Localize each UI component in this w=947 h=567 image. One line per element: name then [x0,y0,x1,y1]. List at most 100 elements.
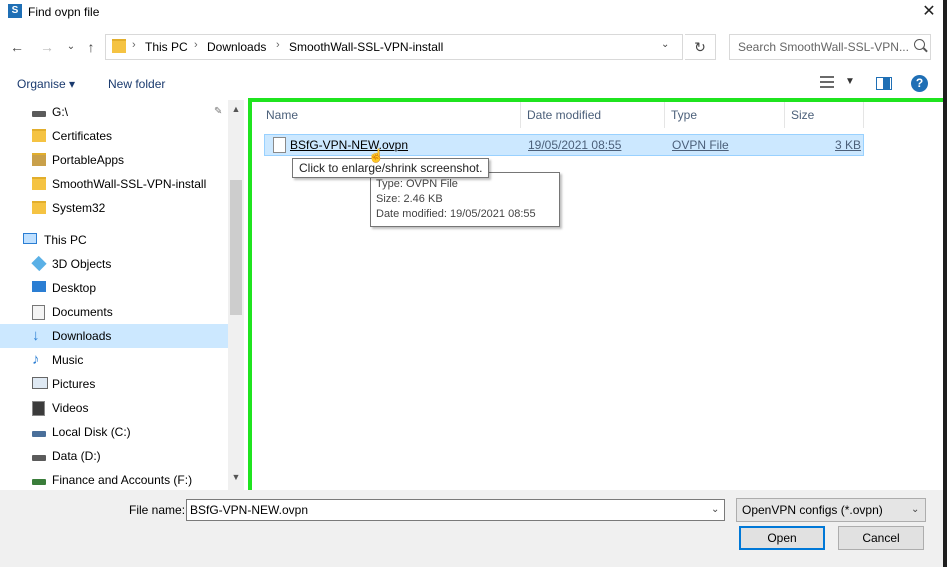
chevron-down-icon[interactable]: ⌄ [911,504,919,515]
file-name-value: BSfG-VPN-NEW.ovpn [190,503,309,517]
nav-item-label: SmoothWall-SSL-VPN-install [52,177,207,191]
column-header-type[interactable]: Type [671,108,697,122]
chevron-down-icon[interactable]: ⌄ [661,39,669,50]
nav-item-videos[interactable]: Videos [0,396,228,420]
enlarge-tooltip: Click to enlarge/shrink screenshot. [292,158,490,178]
downloads-icon: ↓ [32,327,40,344]
nav-item-label: Certificates [52,129,113,143]
nav-item-documents[interactable]: Documents [0,300,228,324]
file-name-input[interactable]: BSfG-VPN-NEW.ovpn ⌄ [186,499,725,521]
drive-icon [32,111,46,117]
folder-icon [32,153,46,166]
nav-item-smoothwall[interactable]: SmoothWall-SSL-VPN-install [0,172,228,196]
tooltip-size: Size: 2.46 KB [376,193,443,205]
nav-item-music[interactable]: ♪ Music [0,348,228,372]
file-list-pane: Name Date modified Type Size BSfG-VPN-NE… [248,98,947,495]
organise-button[interactable]: Organise ▾ [17,77,75,91]
desktop-icon [32,281,46,292]
folder-icon [112,39,126,53]
file-type-filter-value: OpenVPN configs (*.ovpn) [742,503,883,517]
nav-item-label: 3D Objects [52,257,112,271]
pictures-icon [32,377,48,389]
nav-item-label: Data (D:) [52,449,101,463]
command-bar: Organise ▾ New folder ▼ ? [0,70,947,98]
file-type-filter[interactable]: OpenVPN configs (*.ovpn) ⌄ [736,498,926,522]
column-header-name[interactable]: Name [266,108,298,122]
column-header-date[interactable]: Date modified [527,108,601,122]
folder-icon [32,177,46,190]
navigation-pane: G:\ ✎ Certificates PortableApps SmoothWa… [0,100,244,490]
nav-item-label: Finance and Accounts (F:) [52,473,193,487]
recent-locations-button[interactable]: ⌄ [62,38,80,56]
column-separator[interactable] [664,102,665,128]
breadcrumb-separator: › [276,39,280,51]
3d-objects-icon [31,255,47,272]
help-icon[interactable]: ? [911,75,928,92]
cancel-button[interactable]: Cancel [838,526,924,550]
scroll-up-icon[interactable]: ▲ [228,104,244,114]
column-header-size[interactable]: Size [791,108,814,122]
scrollbar-thumb[interactable] [230,180,242,315]
file-icon [273,137,286,153]
nav-item-label: Music [52,353,84,367]
file-type: OVPN File [672,138,729,152]
column-separator[interactable] [863,102,864,128]
nav-item-this-pc[interactable]: This PC [0,228,228,252]
nav-item-pictures[interactable]: Pictures [0,372,228,396]
nav-item-local-disk-c[interactable]: Local Disk (C:) [0,420,228,444]
folder-icon [32,129,46,142]
computer-icon [23,233,37,244]
preview-pane-icon[interactable] [876,77,892,90]
nav-item-finance-f[interactable]: Finance and Accounts (F:) [0,468,228,490]
new-folder-button[interactable]: New folder [108,77,165,91]
chevron-down-icon[interactable]: ⌄ [711,504,719,515]
nav-item-label: G:\ [52,105,69,119]
address-bar[interactable]: › This PC › Downloads › SmoothWall-SSL-V… [105,34,683,60]
nav-item-desktop[interactable]: Desktop [0,276,228,300]
music-icon: ♪ [32,351,40,368]
back-button[interactable]: ← [8,38,26,56]
pin-icon: ✎ [214,106,223,117]
nav-item-label: Documents [52,305,113,319]
nav-item-label: Pictures [52,377,96,391]
open-button[interactable]: Open [739,526,825,550]
navigation-scrollbar[interactable]: ▲ ▼ [228,100,244,490]
breadcrumb-downloads[interactable]: Downloads [207,40,266,54]
breadcrumb-separator: › [194,39,198,51]
nav-item-label: Videos [52,401,89,415]
documents-icon [32,305,45,320]
breadcrumb-current-folder[interactable]: SmoothWall-SSL-VPN-install [289,40,443,54]
file-row[interactable]: BSfG-VPN-NEW.ovpn 19/05/2021 08:55 OVPN … [264,134,864,156]
nav-item-system32[interactable]: System32 [0,196,228,220]
refresh-button[interactable]: ↻ [685,34,716,60]
file-size: 3 KB [835,138,862,152]
column-separator[interactable] [520,102,521,128]
nav-item-downloads[interactable]: ↓ Downloads [0,324,228,348]
videos-icon [32,401,45,416]
forward-button[interactable]: → [38,38,56,56]
search-icon [914,39,925,50]
nav-item-data-d[interactable]: Data (D:) [0,444,228,468]
nav-item-g-drive[interactable]: G:\ ✎ [0,100,228,124]
file-name-label: File name: [129,503,186,517]
column-separator[interactable] [784,102,785,128]
scroll-down-icon[interactable]: ▼ [228,472,244,482]
chevron-down-icon[interactable]: ▼ [845,76,855,87]
file-date: 19/05/2021 08:55 [528,138,622,152]
nav-item-label: Local Disk (C:) [52,425,131,439]
up-button[interactable]: ↑ [82,38,100,56]
breadcrumb-this-pc[interactable]: This PC [145,40,188,54]
nav-item-portableapps[interactable]: PortableApps [0,148,228,172]
nav-item-3d-objects[interactable]: 3D Objects [0,252,228,276]
drive-icon [32,431,46,437]
search-input[interactable]: Search SmoothWall-SSL-VPN... [729,34,931,60]
close-button[interactable]: ✕ [918,1,940,23]
file-name[interactable]: BSfG-VPN-NEW.ovpn [290,138,408,152]
drive-icon [32,455,46,461]
nav-item-certificates[interactable]: Certificates [0,124,228,148]
view-options-icon[interactable] [820,76,836,88]
tooltip-date: Date modified: 19/05/2021 08:55 [376,208,536,220]
nav-item-label: Desktop [52,281,97,295]
file-info-tooltip: Type: OVPN File Size: 2.46 KB Date modif… [370,172,560,227]
title-bar: S Find ovpn file ✕ [0,0,947,26]
